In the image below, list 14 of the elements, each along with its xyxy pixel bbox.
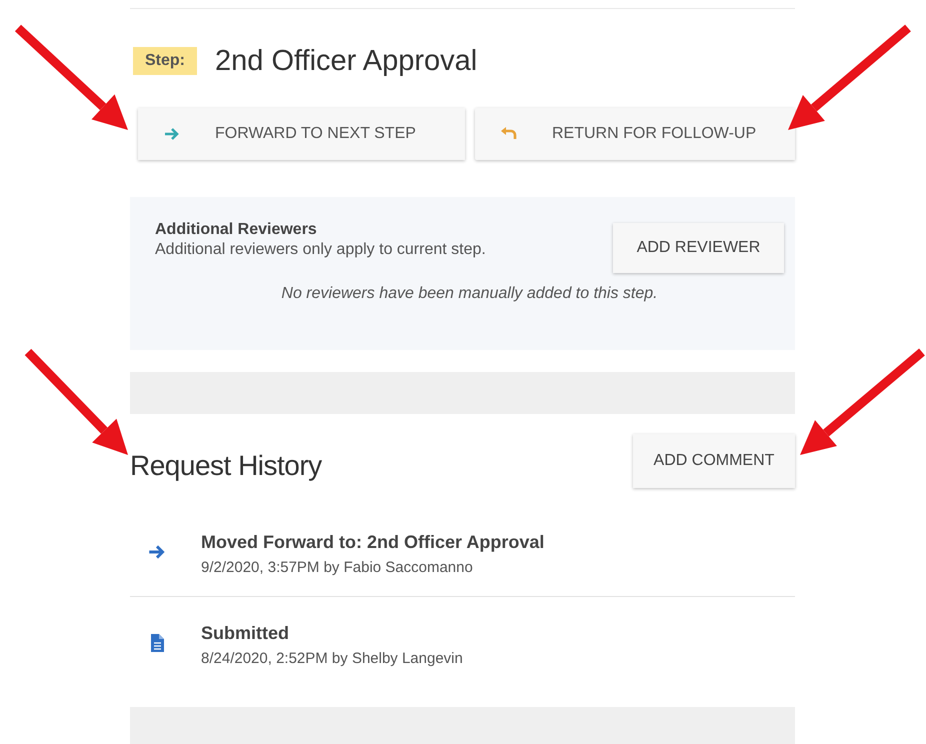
section-title: Request History [130,450,322,482]
entry-title: Submitted [201,623,290,644]
reviewers-title: Additional Reviewers [155,221,318,239]
add-comment-button[interactable]: ADD COMMENT [633,434,795,488]
entry-title: Moved Forward to: 2nd Officer Approval [201,532,544,553]
entry-meta: 8/24/2020, 2:52PM by Shelby Langevin [201,650,463,667]
entry-meta: 9/2/2020, 3:57PM by Fabio Saccomanno [201,559,474,576]
add-reviewer-button[interactable]: ADD REVIEWER [613,223,784,273]
reviewers-description: Additional reviewers only apply to current step. [155,241,486,259]
step-title: 2nd Officer Approval [215,44,478,78]
empty-message: No reviewers have been manually added to this step. [280,285,659,303]
return-button[interactable]: RETURN FOR FOLLOW-UP [475,108,795,160]
forward-button[interactable]: FORWARD TO NEXT STEP [138,108,465,160]
step-badge: Step: [133,47,197,75]
